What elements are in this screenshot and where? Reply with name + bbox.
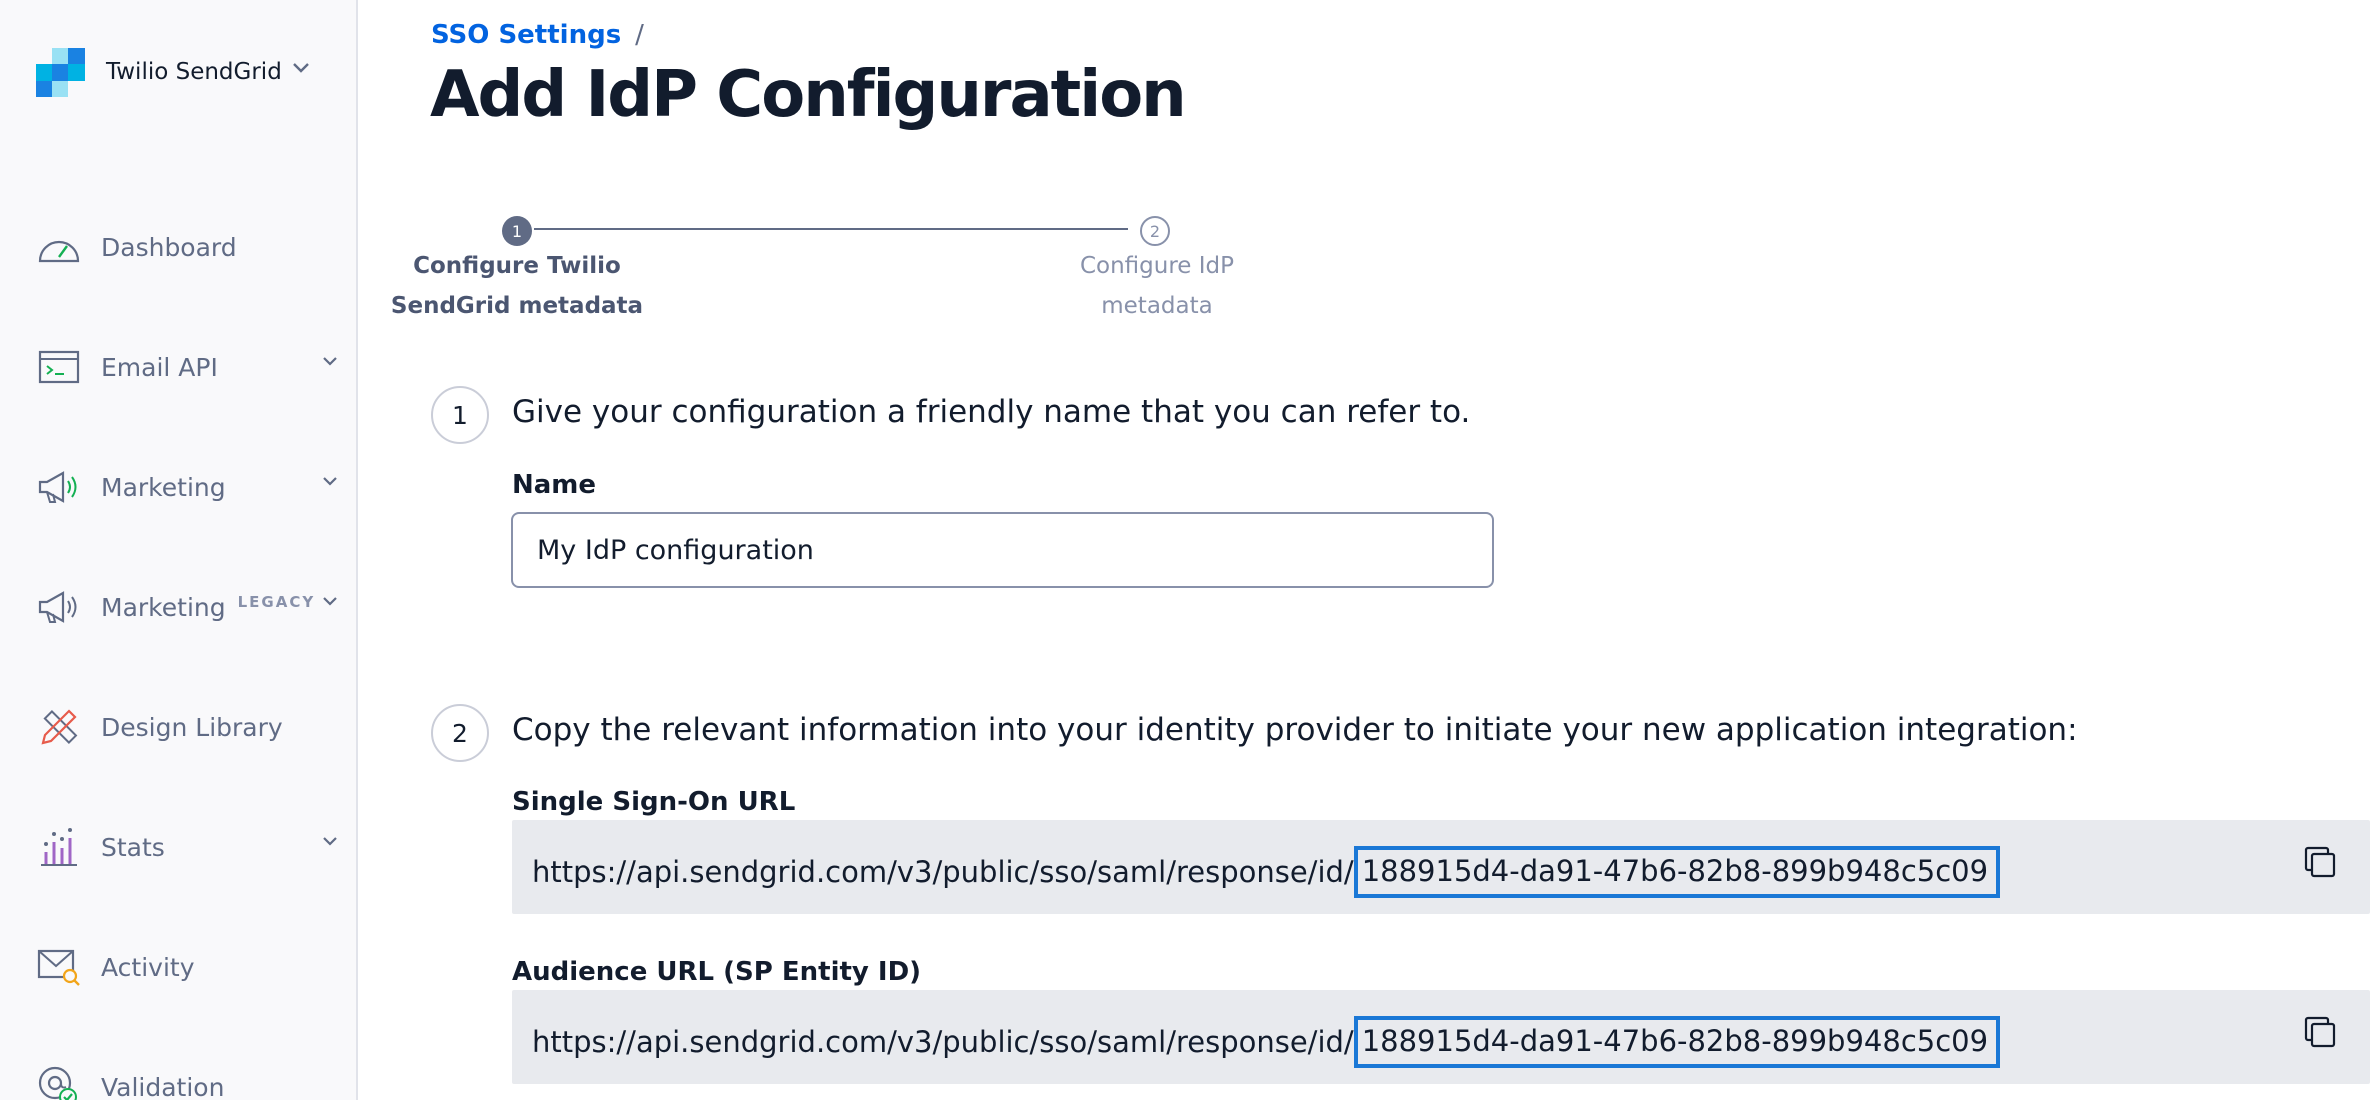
chevron-down-icon: [293, 63, 309, 73]
audience-url-prefix: https://api.sendgrid.com/v3/public/sso/s…: [532, 1025, 1354, 1059]
progress-step-1-line2: SendGrid metadata: [390, 293, 644, 319]
sidebar-item-marketing-legacy[interactable]: Marketing LEGACY: [0, 579, 356, 635]
breadcrumb-link-sso-settings[interactable]: SSO Settings: [431, 20, 621, 50]
bar-chart-icon: [36, 824, 82, 870]
sso-url-value[interactable]: https://api.sendgrid.com/v3/public/sso/s…: [532, 846, 2001, 898]
sidebar-item-label-group: Marketing LEGACY: [101, 593, 315, 622]
sidebar-item-label: Email API: [101, 352, 218, 382]
progress-step-1-line1: Configure Twilio: [413, 253, 621, 279]
page-title: Add IdP Configuration: [430, 58, 1187, 132]
progress-step-1-indicator: 1: [502, 216, 532, 246]
breadcrumb: SSO Settings /: [431, 20, 644, 50]
sidebar-item-dashboard[interactable]: Dashboard: [0, 219, 356, 275]
step-2-number: 2: [431, 704, 489, 762]
sidebar: Twilio SendGrid Dashboard Email API Mark…: [0, 0, 358, 1100]
sidebar-item-label: Validation: [101, 1072, 225, 1100]
progress-step-2-label: Configure IdP metadata: [1027, 246, 1287, 326]
megaphone-icon: [36, 464, 82, 510]
name-input[interactable]: [511, 512, 1494, 588]
chevron-down-icon: [323, 477, 337, 486]
sidebar-item-validation[interactable]: Validation: [0, 1059, 356, 1100]
progress-line: [534, 228, 1128, 230]
sso-url-id-highlight: 188915d4-da91-47b6-82b8-899b948c5c09: [1353, 846, 2001, 898]
step-1-number: 1: [431, 386, 489, 444]
account-switcher[interactable]: Twilio SendGrid: [36, 46, 336, 98]
sidebar-item-label: Design Library: [101, 712, 283, 742]
copy-audience-url-button[interactable]: [2300, 1012, 2340, 1052]
gauge-icon: [36, 224, 82, 270]
sidebar-item-marketing[interactable]: Marketing: [0, 459, 356, 515]
legacy-badge: LEGACY: [237, 592, 316, 611]
progress-step-2-line1: Configure IdP: [1079, 253, 1235, 279]
sidebar-item-email-api[interactable]: Email API: [0, 339, 356, 395]
account-name: Twilio SendGrid: [106, 59, 282, 85]
sidebar-item-label: Stats: [101, 832, 165, 862]
terminal-icon: [36, 344, 82, 390]
sidebar-item-label: Dashboard: [101, 232, 237, 262]
audience-url-value[interactable]: https://api.sendgrid.com/v3/public/sso/s…: [532, 1016, 2001, 1068]
chevron-down-icon: [323, 597, 337, 606]
audience-url-label: Audience URL (SP Entity ID): [512, 957, 922, 987]
progress-step-2-indicator: 2: [1140, 216, 1170, 246]
copy-icon: [2304, 846, 2336, 878]
sso-url-label: Single Sign-On URL: [512, 787, 796, 817]
sidebar-item-label: Marketing: [101, 592, 226, 622]
progress-step-2-line2: metadata: [1101, 293, 1213, 319]
sidebar-item-stats[interactable]: Stats: [0, 819, 356, 875]
sso-url-field: https://api.sendgrid.com/v3/public/sso/s…: [512, 820, 2370, 914]
chevron-down-icon: [323, 837, 337, 846]
step-2-instruction: Copy the relevant information into your …: [512, 712, 2078, 748]
at-check-icon: [36, 1064, 82, 1100]
sso-url-prefix: https://api.sendgrid.com/v3/public/sso/s…: [532, 855, 1354, 889]
progress-step-1-label: Configure Twilio SendGrid metadata: [387, 246, 647, 326]
breadcrumb-separator: /: [635, 20, 644, 50]
pencil-ruler-icon: [36, 704, 82, 750]
main-content: SSO Settings / Add IdP Configuration 1 2…: [358, 0, 2370, 1100]
chevron-down-icon: [323, 357, 337, 366]
audience-url-field: https://api.sendgrid.com/v3/public/sso/s…: [512, 990, 2370, 1084]
progress-steps: 1 2 Configure Twilio SendGrid metadata C…: [358, 210, 1358, 330]
sidebar-item-label: Activity: [101, 952, 195, 982]
copy-icon: [2304, 1016, 2336, 1048]
sidebar-item-activity[interactable]: Activity: [0, 939, 356, 995]
megaphone-icon: [36, 584, 82, 630]
envelope-search-icon: [36, 944, 82, 990]
step-1-instruction: Give your configuration a friendly name …: [512, 394, 1471, 430]
copy-sso-url-button[interactable]: [2300, 842, 2340, 882]
sendgrid-logo-icon: [36, 47, 85, 97]
name-field-label: Name: [512, 470, 597, 500]
audience-url-id-highlight: 188915d4-da91-47b6-82b8-899b948c5c09: [1353, 1016, 2001, 1068]
sidebar-item-design-library[interactable]: Design Library: [0, 699, 356, 755]
sidebar-item-label: Marketing: [101, 472, 226, 502]
